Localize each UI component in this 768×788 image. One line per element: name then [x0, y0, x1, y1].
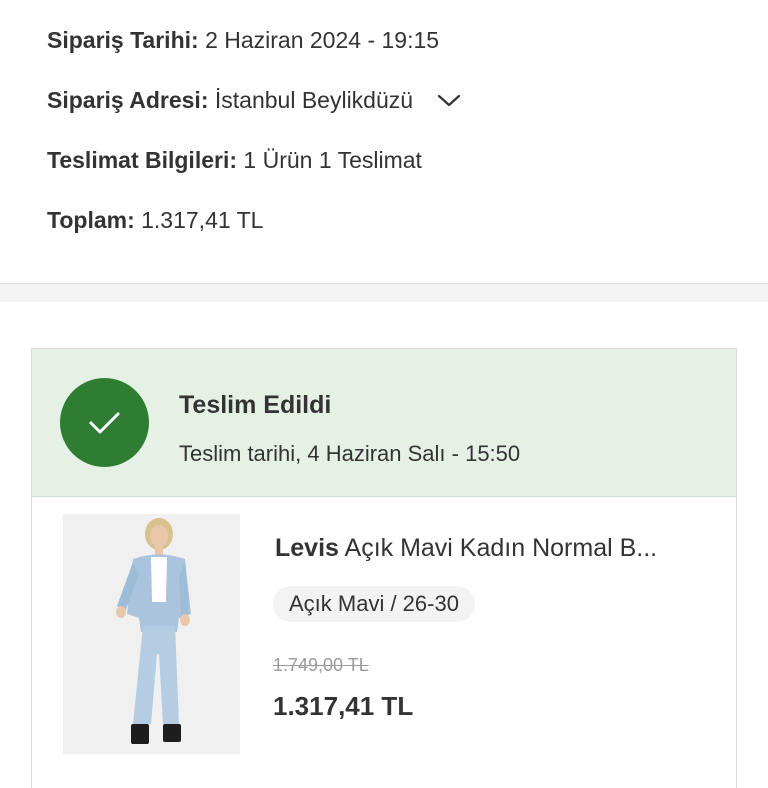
product-name[interactable]: Levis Açık Mavi Kadın Normal B... — [275, 534, 657, 563]
product-old-price: 1.749,00 TL — [273, 655, 369, 675]
delivery-date-text: Teslim tarihi, 4 Haziran Salı - 15:50 — [179, 441, 521, 466]
order-date-value: 2 Haziran 2024 - 19:15 — [205, 27, 440, 53]
delivery-status-title: Teslim Edildi — [179, 391, 332, 419]
product-title: Açık Mavi Kadın Normal B... — [344, 534, 658, 562]
delivery-info-value: 1 Ürün 1 Teslimat — [243, 147, 422, 173]
order-total-row: Toplam: 1.317,41 TL — [47, 205, 263, 235]
delivery-info-row: Teslimat Bilgileri: 1 Ürün 1 Teslimat — [47, 145, 422, 175]
delivery-status-banner: Teslim Edildi Teslim tarihi, 4 Haziran S… — [32, 349, 736, 497]
delivery-info-label: Teslimat Bilgileri: — [47, 147, 238, 173]
product-image[interactable] — [63, 514, 240, 754]
check-icon — [89, 412, 120, 434]
order-address-label: Sipariş Adresi: — [47, 87, 209, 113]
delivered-status-badge — [60, 378, 149, 467]
order-date-label: Sipariş Tarihi: — [47, 27, 199, 53]
product-price: 1.317,41 TL — [273, 691, 414, 721]
section-divider — [0, 283, 768, 302]
order-date-row: Sipariş Tarihi: 2 Haziran 2024 - 19:15 — [47, 25, 439, 55]
order-address-row[interactable]: Sipariş Adresi: İstanbul Beylikdüzü — [47, 85, 461, 115]
shipment-card: Teslim Edildi Teslim tarihi, 4 Haziran S… — [31, 348, 737, 788]
order-total-label: Toplam: — [47, 207, 135, 233]
chevron-down-icon[interactable] — [437, 85, 461, 115]
order-address-value: İstanbul Beylikdüzü — [214, 87, 414, 113]
order-total-value: 1.317,41 TL — [141, 207, 264, 233]
product-brand: Levis — [275, 534, 339, 562]
product-variant-badge: Açık Mavi / 26-30 — [273, 586, 475, 622]
